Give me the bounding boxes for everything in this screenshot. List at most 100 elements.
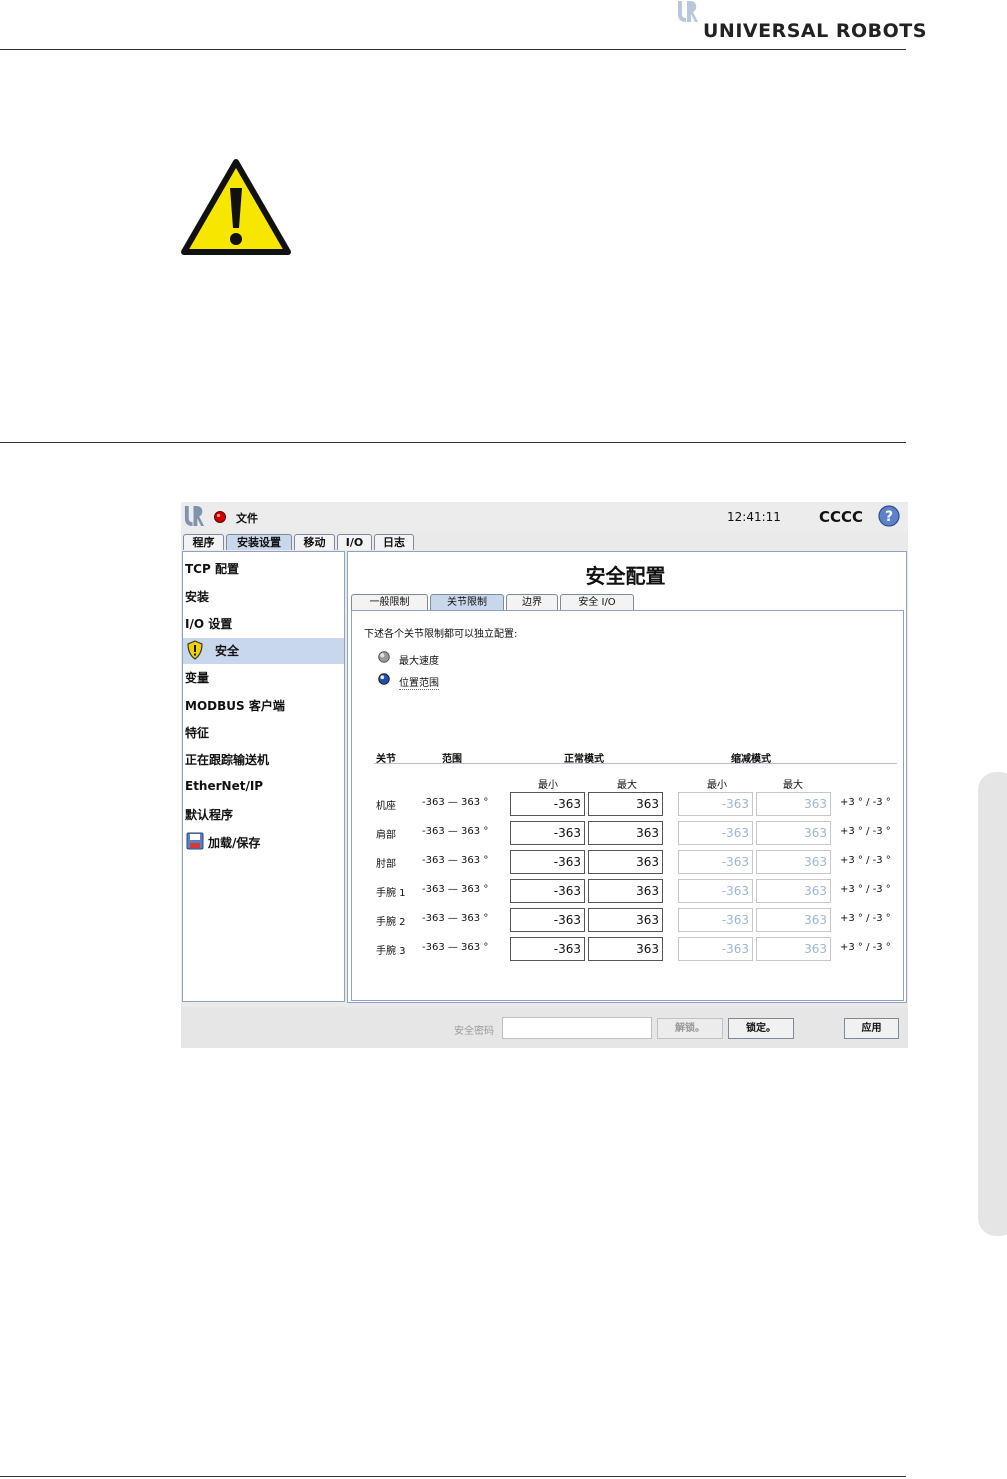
tolerance: +3 ° / -3 ° [840, 855, 891, 866]
main-tabs: 程序 安装设置 移动 I/O 日志 [181, 532, 908, 551]
sidebar-item-conveyor[interactable]: 正在跟踪输送机 [185, 751, 269, 768]
joint-range: -363 — 363 ° [422, 942, 489, 953]
subtab-general-limits[interactable]: 一般限制 [351, 594, 428, 610]
normal-min-input[interactable]: -363 [510, 908, 585, 932]
sidebar-item-ethernet-ip[interactable]: EtherNet/IP [185, 779, 263, 793]
normal-max-input[interactable]: 363 [588, 850, 663, 874]
normal-max-input[interactable]: 363 [588, 879, 663, 903]
ur-logo-icon [184, 506, 204, 527]
reduced-max-input[interactable]: 363 [756, 821, 831, 845]
normal-max-input[interactable]: 363 [588, 937, 663, 961]
sidebar-item-mounting[interactable]: 安装 [185, 588, 209, 605]
joint-name: 手腕 2 [376, 917, 406, 928]
tab-installation[interactable]: 安装设置 [226, 534, 292, 550]
reduced-max-input[interactable]: 363 [756, 937, 831, 961]
sidebar-selection [183, 638, 344, 664]
subtab-boundaries[interactable]: 边界 [506, 594, 558, 610]
safety-config-panel: 安全配置 一般限制 关节限制 边界 安全 I/O 下述各个关节限制都可以独立配置… [347, 551, 907, 1003]
radio-position-range[interactable] [378, 673, 390, 685]
help-icon[interactable]: ? [878, 505, 900, 527]
tab-io[interactable]: I/O [337, 534, 372, 550]
page-title: 安全配置 [585, 564, 666, 588]
warning-triangle-icon [181, 159, 291, 255]
subtab-safety-io[interactable]: 安全 I/O [560, 594, 634, 610]
header-normal-max: 最大 [617, 780, 637, 791]
reduced-max-input[interactable]: 363 [756, 850, 831, 874]
normal-min-input[interactable]: -363 [510, 850, 585, 874]
footer-rule [0, 1476, 906, 1477]
reduced-min-input[interactable]: -363 [678, 821, 753, 845]
sidebar-item-tcp[interactable]: TCP 配置 [185, 560, 239, 577]
sidebar-item-io-setup[interactable]: I/O 设置 [185, 615, 232, 632]
clock: 12:41:11 [727, 510, 781, 524]
tab-program[interactable]: 程序 [183, 534, 224, 550]
section-rule [0, 442, 906, 443]
normal-max-input[interactable]: 363 [588, 792, 663, 816]
joint-range: -363 — 363 ° [422, 884, 489, 895]
header-normal-min: 最小 [538, 780, 558, 791]
option-max-speed[interactable]: 最大速度 [399, 652, 439, 667]
joint-name: 机座 [376, 801, 396, 812]
lock-button[interactable]: 锁定。 [728, 1018, 794, 1039]
reduced-min-input[interactable]: -363 [678, 879, 753, 903]
reduced-min-input[interactable]: -363 [678, 792, 753, 816]
sidebar-item-default-program[interactable]: 默认程序 [185, 806, 233, 823]
installation-sidebar: TCP 配置 安装 I/O 设置 安全 变量 MODBUS 客户端 特征 正在跟… [182, 551, 345, 1002]
status-led-icon [214, 511, 226, 523]
side-tab [978, 772, 1007, 1236]
normal-max-input[interactable]: 363 [588, 908, 663, 932]
sidebar-item-load-save[interactable]: 加载/保存 [208, 834, 260, 851]
joint-name: 肘部 [376, 859, 396, 870]
normal-min-input[interactable]: -363 [510, 879, 585, 903]
joint-range: -363 — 363 ° [422, 855, 489, 866]
normal-min-input[interactable]: -363 [510, 792, 585, 816]
file-menu[interactable]: 文件 [236, 510, 258, 526]
top-bar: 文件 12:41:11 CCCC ? [181, 502, 908, 532]
floppy-disk-icon [186, 832, 204, 850]
joint-name: 肩部 [376, 830, 396, 841]
svg-text:?: ? [885, 509, 893, 525]
sidebar-item-safety[interactable]: 安全 [215, 642, 239, 659]
unlock-button[interactable]: 解锁。 [657, 1018, 723, 1039]
joint-name: 手腕 3 [376, 946, 406, 957]
reduced-min-input[interactable]: -363 [678, 937, 753, 961]
radio-max-speed[interactable] [378, 651, 390, 663]
joint-range: -363 — 363 ° [422, 913, 489, 924]
reduced-max-input[interactable]: 363 [756, 792, 831, 816]
header-reduced-max: 最大 [783, 780, 803, 791]
description: 下述各个关节限制都可以独立配置: [364, 629, 518, 640]
reduced-min-input[interactable]: -363 [678, 908, 753, 932]
sidebar-item-features[interactable]: 特征 [185, 724, 209, 741]
option-position-range[interactable]: 位置范围 [399, 674, 439, 690]
sidebar-item-modbus[interactable]: MODBUS 客户端 [185, 697, 285, 714]
header-rule [0, 49, 906, 50]
brand-name: UNIVERSAL ROBOTS [703, 20, 927, 42]
normal-min-input[interactable]: -363 [510, 937, 585, 961]
tolerance: +3 ° / -3 ° [840, 826, 891, 837]
normal-min-input[interactable]: -363 [510, 821, 585, 845]
tab-log[interactable]: 日志 [374, 534, 414, 550]
password-label: 安全密码 [454, 1026, 494, 1037]
robot-name: CCCC [819, 508, 864, 526]
reduced-max-input[interactable]: 363 [756, 908, 831, 932]
polyscope-screen: 文件 12:41:11 CCCC ? 程序 安装设置 移动 I/O 日志 TCP… [181, 502, 908, 1048]
tolerance: +3 ° / -3 ° [840, 797, 891, 808]
normal-max-input[interactable]: 363 [588, 821, 663, 845]
bottom-bar: 安全密码 解锁。 锁定。 应用 [181, 1007, 908, 1048]
subtab-joint-limits[interactable]: 关节限制 [430, 594, 504, 610]
tolerance: +3 ° / -3 ° [840, 942, 891, 953]
tolerance: +3 ° / -3 ° [840, 913, 891, 924]
tolerance: +3 ° / -3 ° [840, 884, 891, 895]
sidebar-item-variables[interactable]: 变量 [185, 669, 209, 686]
reduced-min-input[interactable]: -363 [678, 850, 753, 874]
ur-logo-icon [678, 1, 698, 22]
tab-move[interactable]: 移动 [294, 534, 335, 550]
header-rule [374, 763, 897, 764]
password-input[interactable] [502, 1017, 652, 1039]
reduced-max-input[interactable]: 363 [756, 879, 831, 903]
shield-warning-icon [187, 640, 203, 660]
joint-range: -363 — 363 ° [422, 797, 489, 808]
apply-button[interactable]: 应用 [844, 1018, 899, 1039]
joint-range: -363 — 363 ° [422, 826, 489, 837]
joint-limits-panel: 下述各个关节限制都可以独立配置: 最大速度 位置范围 关节 范围 正常模式 缩减… [351, 610, 904, 1001]
